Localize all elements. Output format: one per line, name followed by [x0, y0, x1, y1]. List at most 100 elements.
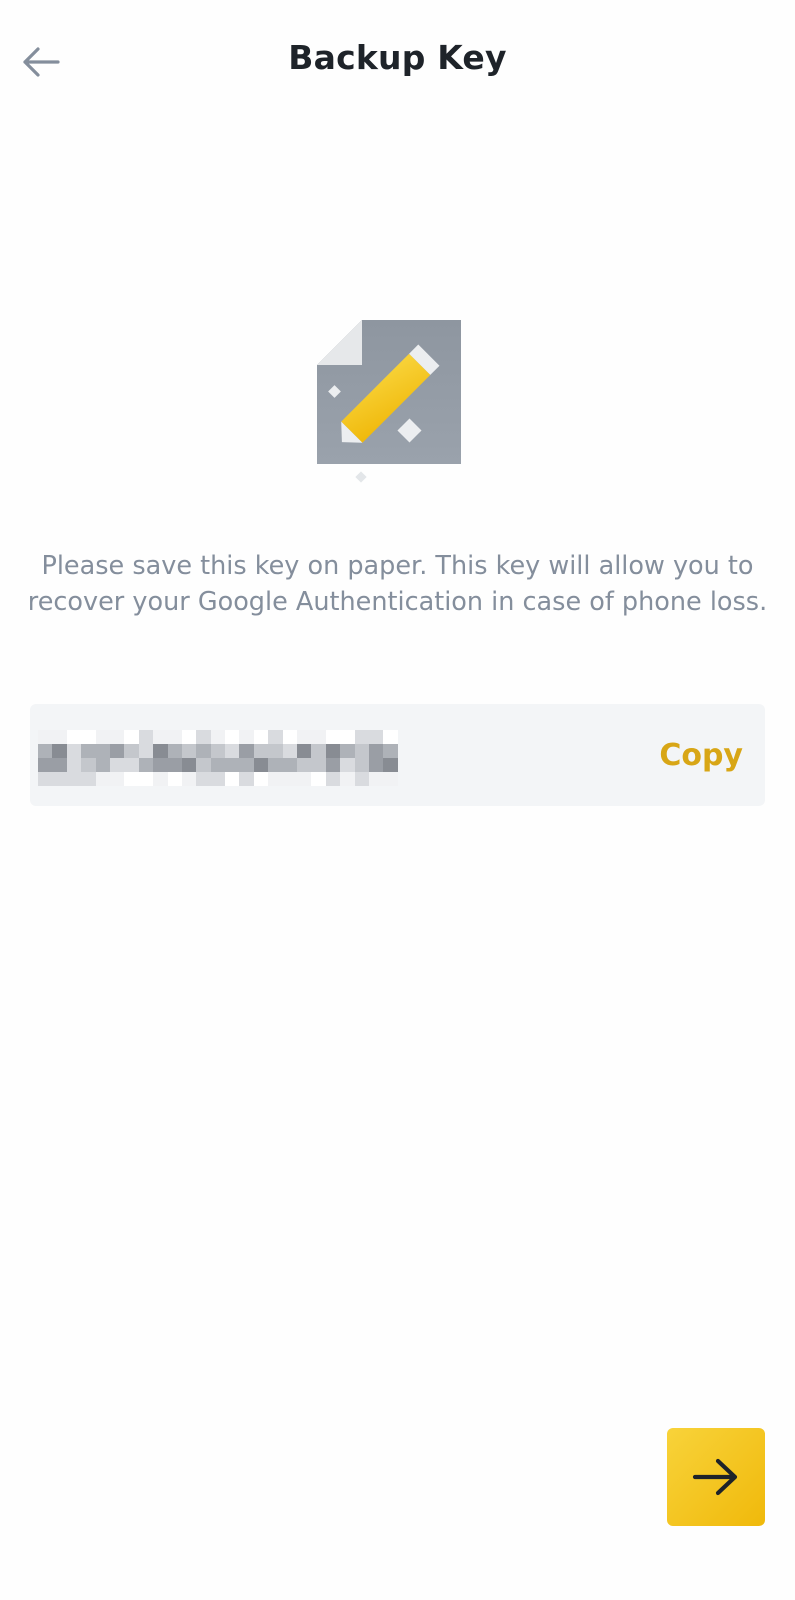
obscured-key-pixel	[282, 730, 298, 744]
obscured-key-pixel	[196, 772, 211, 786]
obscured-key-pixel	[138, 772, 154, 786]
obscured-key-pixel	[38, 744, 53, 758]
obscured-key-pixel	[138, 744, 154, 758]
obscured-key-pixel	[325, 772, 341, 786]
obscured-key-pixel	[354, 758, 369, 772]
obscured-key-pixel	[167, 758, 182, 772]
obscured-key-pixel	[368, 772, 384, 786]
page-title: Backup Key	[288, 38, 507, 77]
obscured-key-pixel	[253, 758, 269, 772]
obscured-key-pixel	[268, 758, 283, 772]
obscured-key-pixel	[368, 744, 384, 758]
obscured-key-pixel	[109, 772, 125, 786]
backup-key-field: Copy	[30, 704, 765, 806]
obscured-key-pixel	[181, 772, 197, 786]
obscured-key-pixel	[282, 744, 298, 758]
obscured-key-pixel	[368, 730, 384, 744]
obscured-key-pixel	[383, 730, 398, 744]
obscured-key-pixel	[253, 730, 269, 744]
obscured-key-pixel	[167, 772, 182, 786]
obscured-key-pixel	[153, 744, 168, 758]
backup-key-screen: Backup Key Please save this key on paper…	[0, 0, 795, 1600]
obscured-key-pixel	[95, 744, 110, 758]
obscured-key-pixel	[66, 744, 82, 758]
obscured-key-pixel	[268, 730, 283, 744]
obscured-key-pixel	[383, 744, 398, 758]
obscured-key-pixel	[95, 758, 110, 772]
obscured-key-pixel	[81, 730, 96, 744]
obscured-key-pixel	[196, 744, 211, 758]
obscured-key-pixel	[253, 744, 269, 758]
obscured-key-pixel	[311, 744, 326, 758]
obscured-key-pixel	[210, 758, 226, 772]
obscured-key-pixel	[225, 772, 240, 786]
obscured-key-pixel	[354, 730, 369, 744]
obscured-key-pixel	[66, 730, 82, 744]
obscured-key-pixel	[124, 744, 139, 758]
copy-button[interactable]: Copy	[659, 704, 743, 806]
top-bar: Backup Key	[0, 0, 795, 122]
obscured-key-pixel	[239, 772, 254, 786]
obscured-key-pixel	[81, 744, 96, 758]
obscured-key-pixel	[225, 744, 240, 758]
obscured-key-pixel	[239, 730, 254, 744]
obscured-key-pixel	[181, 758, 197, 772]
obscured-key-pixel	[196, 730, 211, 744]
obscured-key-pixel	[239, 744, 254, 758]
obscured-key-pixel	[38, 758, 53, 772]
obscured-key-pixel	[282, 772, 298, 786]
obscured-key-pixel	[297, 772, 312, 786]
obscured-key-pixel	[297, 758, 312, 772]
obscured-key-pixel	[52, 744, 67, 758]
obscured-key-pixel	[66, 758, 82, 772]
obscured-key-pixel	[225, 758, 240, 772]
obscured-key-pixel	[81, 772, 96, 786]
obscured-key-pixel	[268, 744, 283, 758]
obscured-key-pixel	[95, 730, 110, 744]
obscured-key-pixel	[181, 744, 197, 758]
obscured-key-pixel	[124, 758, 139, 772]
next-button[interactable]	[667, 1428, 765, 1526]
obscured-key-pixel	[311, 772, 326, 786]
obscured-key-pixel	[109, 730, 125, 744]
obscured-key-pixel	[109, 744, 125, 758]
obscured-key-pixel	[383, 772, 398, 786]
obscured-key-pixel	[109, 758, 125, 772]
backup-key-value[interactable]	[38, 730, 398, 786]
obscured-key-pixel	[167, 730, 182, 744]
obscured-key-pixel	[239, 758, 254, 772]
obscured-key-pixel	[253, 772, 269, 786]
obscured-key-pixel	[340, 772, 355, 786]
paper-pencil-icon	[317, 320, 461, 483]
obscured-key-pixel	[66, 772, 82, 786]
backup-instructions: Please save this key on paper. This key …	[27, 551, 768, 617]
obscured-key-pixel	[153, 730, 168, 744]
obscured-key-pixel	[167, 744, 182, 758]
obscured-key-pixel	[383, 758, 398, 772]
obscured-key-pixel	[81, 758, 96, 772]
obscured-key-pixel	[297, 744, 312, 758]
obscured-key-pixel	[52, 730, 67, 744]
arrow-right-icon	[692, 1458, 738, 1496]
obscured-key-pixel	[210, 772, 226, 786]
obscured-key-pixel	[153, 758, 168, 772]
obscured-key-pixel	[38, 772, 53, 786]
obscured-key-pixel	[210, 730, 226, 744]
obscured-key-pixel	[311, 758, 326, 772]
obscured-key-pixel	[354, 744, 369, 758]
obscured-key-pixel	[38, 730, 53, 744]
obscured-key-pixel	[340, 744, 355, 758]
obscured-key-pixel	[368, 758, 384, 772]
obscured-key-pixel	[311, 730, 326, 744]
obscured-key-pixel	[138, 730, 154, 744]
obscured-key-pixel	[95, 772, 110, 786]
obscured-key-pixel	[138, 758, 154, 772]
obscured-key-pixel	[340, 730, 355, 744]
obscured-key-pixel	[124, 772, 139, 786]
obscured-key-pixel	[325, 758, 341, 772]
obscured-key-pixel	[354, 772, 369, 786]
obscured-key-pixel	[340, 758, 355, 772]
obscured-key-pixel	[225, 730, 240, 744]
obscured-key-pixel	[52, 758, 67, 772]
backup-illustration	[314, 318, 474, 498]
